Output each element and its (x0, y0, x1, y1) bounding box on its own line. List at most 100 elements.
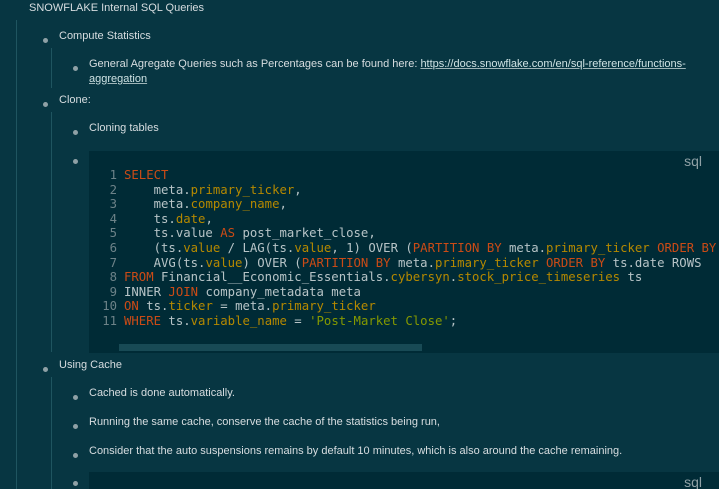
line-number: 2 (109, 182, 117, 197)
line-number: 5 (109, 226, 117, 241)
sql-identifier: ticker (168, 299, 213, 314)
sql-keyword: SELECT (124, 168, 169, 182)
sql-text: ts. (138, 299, 169, 314)
sql-identifier: primary_ticker (190, 182, 295, 197)
bullet-cache-item[interactable] (73, 453, 78, 458)
sql-text: ts.value (124, 226, 221, 241)
code-line: 4 ts.date, (89, 212, 719, 227)
sql-text: post_market_close, (235, 226, 376, 241)
compute-note-line2: aggregation (89, 72, 147, 86)
sql-identifier: primary_ticker (434, 255, 539, 270)
bullet-compute[interactable] (43, 38, 48, 43)
sql-text: meta. (501, 240, 547, 255)
line-number: 9 (109, 284, 117, 299)
code-lines: 1 SELECT 2 meta.primary_ticker, 3 meta.comp… (89, 168, 719, 329)
clone-title: Clone: (59, 94, 91, 106)
cache-title: Using Cache (59, 359, 122, 371)
bullet-cache-item[interactable] (73, 424, 78, 429)
line-number: 6 (109, 240, 117, 255)
code-line: 3 meta.company_name, (89, 197, 719, 212)
bullet-cache-item[interactable] (73, 395, 78, 400)
sql-text: ts. (161, 313, 191, 328)
tree-guide-clone (51, 112, 52, 352)
sql-keyword: PARTITION BY (301, 255, 391, 270)
compute-note-text: General Agregate Queries such as Percent… (89, 58, 421, 70)
sql-text: Financial__Economic_Essentials. (153, 270, 391, 285)
sql-code-block-2[interactable]: sql (89, 472, 719, 489)
sql-string: 'Post-Market Close' (309, 313, 450, 328)
sql-keyword: JOIN (168, 284, 199, 299)
cloning-tables-label: Cloning tables (89, 122, 159, 134)
sql-keyword: WHERE (124, 313, 162, 328)
bullet-compute-note[interactable] (73, 66, 78, 71)
sql-text: meta. (390, 255, 435, 270)
sql-text: ) OVER ( (242, 255, 302, 270)
sql-text: ; (449, 313, 458, 328)
sql-identifier: value (205, 255, 243, 270)
docs-link-continued[interactable]: aggregation (89, 73, 147, 85)
sql-text: , (279, 197, 287, 212)
code-line: 6 (ts.value / LAG(ts.value, 1) OVER (PAR… (89, 241, 719, 256)
sql-identifier: primary_ticker (272, 299, 376, 314)
code-line: 8 FROM Financial__Economic_Essentials.cyb… (89, 270, 719, 285)
horizontal-scrollbar[interactable] (119, 344, 422, 351)
sql-identifier: date (175, 211, 206, 226)
sql-identifier: value (183, 240, 221, 255)
sql-identifier: variable_name (190, 313, 287, 328)
sql-text: meta. (124, 182, 191, 197)
code-line: 10 ON ts.ticker = meta.primary_ticker (89, 299, 719, 314)
sql-text: (ts. (124, 240, 184, 255)
line-number: 4 (109, 211, 117, 226)
sql-identifier: cybersyn (390, 270, 450, 285)
sql-keyword: ORDER BY (657, 240, 717, 255)
bullet-clone[interactable] (43, 102, 48, 107)
code-line: 9 INNER JOIN company_metadata meta (89, 285, 719, 300)
line-number: 3 (109, 197, 117, 212)
code-line: 2 meta.primary_ticker, (89, 183, 719, 198)
tree-guide-cache (51, 377, 52, 489)
line-number: 1 (109, 168, 117, 182)
code-line: 5 ts.value AS post_market_close, (89, 226, 719, 241)
sql-text: , 1) OVER ( (331, 240, 413, 255)
sql-text: = (286, 313, 310, 328)
bullet-code-block-2[interactable] (73, 481, 78, 486)
sql-text: ts. (124, 211, 176, 226)
sql-text: , (294, 182, 302, 197)
sql-text: meta. (124, 197, 191, 212)
tree-guide-compute (51, 48, 52, 88)
line-number: 10 (102, 299, 117, 314)
sql-text: , (205, 211, 213, 226)
sql-text: = meta. (212, 299, 273, 314)
cache-item: Cached is done automatically. (89, 387, 235, 399)
sql-text: ts (620, 270, 643, 285)
sql-identifier: value (294, 240, 332, 255)
code-line: 7 AVG(ts.value) OVER (PARTITION BY meta.… (89, 256, 719, 271)
code-line: 1 SELECT (89, 168, 719, 183)
sql-text: company_metadata meta (198, 284, 361, 299)
sql-identifier: stock_price_timeseries (457, 270, 621, 285)
bullet-cloning-tables[interactable] (73, 130, 78, 135)
sql-keyword: ON (124, 299, 139, 314)
sql-text: ts.date ROWS (605, 255, 702, 270)
sql-text: / LAG(ts. (220, 240, 295, 255)
compute-title: Compute Statistics (59, 30, 151, 42)
code-language-label: sql (684, 153, 702, 169)
cache-item: Consider that the auto suspensions remai… (89, 445, 623, 457)
bullet-code-block[interactable] (73, 159, 78, 164)
cache-item: Running the same cache, conserve the cac… (89, 416, 440, 428)
root-title: SNOWFLAKE Internal SQL Queries (29, 2, 205, 14)
line-number: 11 (102, 313, 117, 328)
sql-keyword: ORDER BY (546, 255, 606, 270)
docs-link[interactable]: https://docs.snowflake.com/en/sql-refere… (420, 58, 685, 70)
code-line: 11 WHERE ts.variable_name = 'Post-Market … (89, 314, 719, 329)
notes-page: SNOWFLAKE Internal SQL Queries Compute S… (0, 0, 719, 489)
sql-text: AVG(ts. (124, 255, 206, 270)
bullet-cache[interactable] (43, 367, 48, 372)
compute-note: General Agregate Queries such as Percent… (89, 57, 686, 71)
sql-keyword: FROM (124, 270, 154, 285)
sql-code-block[interactable]: sql 1 SELECT 2 meta.primary_ticker, 3 meta.… (89, 151, 719, 353)
line-number: 7 (109, 255, 117, 270)
sql-keyword: PARTITION BY (412, 240, 502, 255)
sql-text: INNER (124, 284, 169, 299)
